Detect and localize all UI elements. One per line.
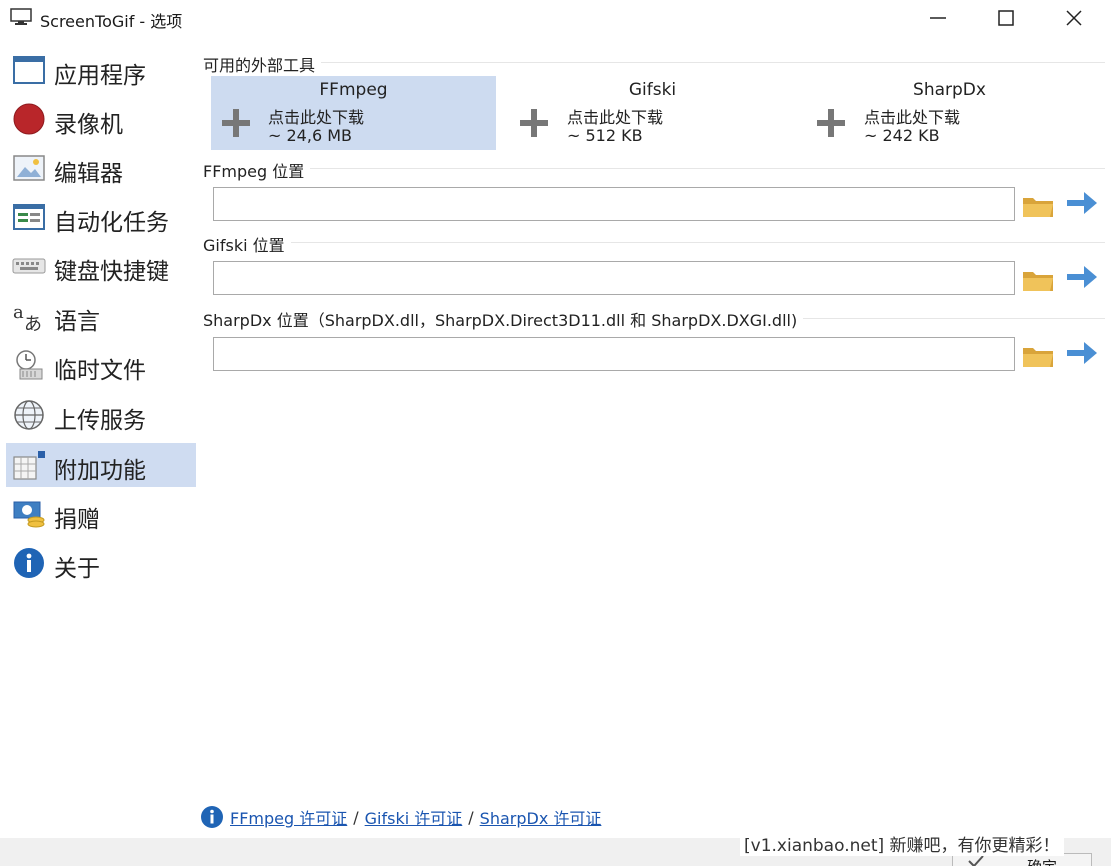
watermark-text: [v1.xianbao.net] 新赚吧，有你更精彩！ xyxy=(740,831,1064,856)
sidebar-item-label: 应用程序 xyxy=(54,63,146,89)
ffmpeg-location-label: FFmpeg 位置 xyxy=(203,158,311,182)
sharpdx-location-label: SharpDx 位置（SharpDX.dll，SharpDX.Direct3D1… xyxy=(203,307,804,331)
sidebar-item-label: 上传服务 xyxy=(54,408,146,434)
sidebar-item-label: 捐赠 xyxy=(54,507,100,533)
sidebar-item-label: 语言 xyxy=(54,309,100,335)
svg-text:a: a xyxy=(13,302,24,323)
tool-size: ~ 24,6 MB xyxy=(268,126,352,145)
extras-icon xyxy=(13,451,45,480)
folder-icon[interactable] xyxy=(1021,190,1055,220)
sidebar-item-keyboard-shortcuts[interactable]: 键盘快捷键 xyxy=(6,244,196,288)
tool-name: Gifski xyxy=(628,80,677,100)
sharpdx-license-link[interactable]: SharpDx 许可证 xyxy=(480,805,602,829)
sidebar-item-label: 编辑器 xyxy=(54,161,123,187)
svg-text:あ: あ xyxy=(24,314,42,332)
license-footer: FFmpeg 许可证 / Gifski 许可证 / SharpDx 许可证 xyxy=(200,804,601,830)
image-editor-icon xyxy=(13,155,45,181)
temp-files-icon xyxy=(16,350,43,380)
tool-size: ~ 512 KB xyxy=(567,126,643,145)
donate-icon xyxy=(13,501,45,528)
monitor-icon xyxy=(10,8,32,25)
window-title: ScreenToGif - 选项 xyxy=(40,12,183,31)
sidebar-item-label: 附加功能 xyxy=(54,458,146,484)
tool-download-label: 点击此处下载 xyxy=(864,108,961,127)
sidebar-item-temp-files[interactable]: 临时文件 xyxy=(6,343,196,387)
sidebar-item-label: 键盘快捷键 xyxy=(54,259,169,285)
minimize-button[interactable] xyxy=(904,0,972,36)
sharpdx-path-input[interactable] xyxy=(213,337,1015,371)
window-icon xyxy=(13,56,45,84)
tool-name: SharpDx xyxy=(913,80,986,100)
minimize-icon xyxy=(930,17,946,19)
record-icon xyxy=(13,103,45,135)
sidebar-item-editor[interactable]: 编辑器 xyxy=(6,146,196,190)
gifski-location-label: Gifski 位置 xyxy=(203,232,291,256)
tool-name: FFmpeg xyxy=(319,80,388,100)
arrow-right-icon[interactable] xyxy=(1064,338,1100,368)
arrow-right-icon[interactable] xyxy=(1064,188,1100,218)
maximize-button[interactable] xyxy=(972,0,1040,36)
tool-ffmpeg[interactable]: FFmpeg 点击此处下载 ~ 24,6 MB xyxy=(211,76,496,150)
section-divider xyxy=(205,168,1105,169)
tool-gifski[interactable]: Gifski 点击此处下载 ~ 512 KB xyxy=(510,76,795,150)
sidebar-item-label: 自动化任务 xyxy=(54,210,169,236)
ffmpeg-license-link[interactable]: FFmpeg 许可证 xyxy=(230,805,347,829)
close-icon xyxy=(1066,10,1082,26)
tool-download-label: 点击此处下载 xyxy=(567,108,664,127)
tool-size: ~ 242 KB xyxy=(864,126,940,145)
tool-download-label: 点击此处下载 xyxy=(268,108,365,127)
tool-sharpdx[interactable]: SharpDx 点击此处下载 ~ 242 KB xyxy=(807,76,1092,150)
ok-label: 确定 xyxy=(1027,856,1057,866)
plus-icon xyxy=(817,109,845,137)
sidebar-item-extras[interactable]: 附加功能 xyxy=(6,443,196,487)
sidebar-item-application[interactable]: 应用程序 xyxy=(6,48,196,92)
tasks-icon xyxy=(13,204,45,230)
close-button[interactable] xyxy=(1040,0,1108,36)
separator: / xyxy=(353,807,359,827)
sidebar-item-about[interactable]: 关于 xyxy=(6,541,196,585)
sidebar-item-language[interactable]: a あ 语言 xyxy=(6,294,196,338)
plus-icon xyxy=(222,109,250,137)
sidebar-item-label: 临时文件 xyxy=(54,358,146,384)
sidebar-item-label: 关于 xyxy=(54,556,100,582)
sidebar-item-label: 录像机 xyxy=(54,112,123,138)
ffmpeg-path-input[interactable] xyxy=(213,187,1015,221)
sidebar-item-recorder[interactable]: 录像机 xyxy=(6,97,196,141)
title-bar: ScreenToGif - 选项 xyxy=(0,0,1111,36)
sidebar-item-donate[interactable]: 捐赠 xyxy=(6,492,196,536)
sidebar-item-automated-tasks[interactable]: 自动化任务 xyxy=(6,195,196,239)
info-icon xyxy=(201,806,223,828)
folder-icon[interactable] xyxy=(1021,264,1055,294)
info-icon xyxy=(14,548,44,578)
keyboard-icon xyxy=(12,258,46,274)
sidebar-item-upload-services[interactable]: 上传服务 xyxy=(6,393,196,437)
folder-icon[interactable] xyxy=(1021,340,1055,370)
separator: / xyxy=(468,807,474,827)
gifski-license-link[interactable]: Gifski 许可证 xyxy=(365,805,463,829)
maximize-icon xyxy=(998,10,1014,26)
globe-icon xyxy=(14,400,44,430)
gifski-path-input[interactable] xyxy=(213,261,1015,295)
tools-section-title: 可用的外部工具 xyxy=(203,52,322,76)
arrow-right-icon[interactable] xyxy=(1064,262,1100,292)
plus-icon xyxy=(520,109,548,137)
section-divider xyxy=(205,242,1105,243)
section-divider xyxy=(205,62,1105,63)
language-icon: a あ xyxy=(13,302,42,332)
